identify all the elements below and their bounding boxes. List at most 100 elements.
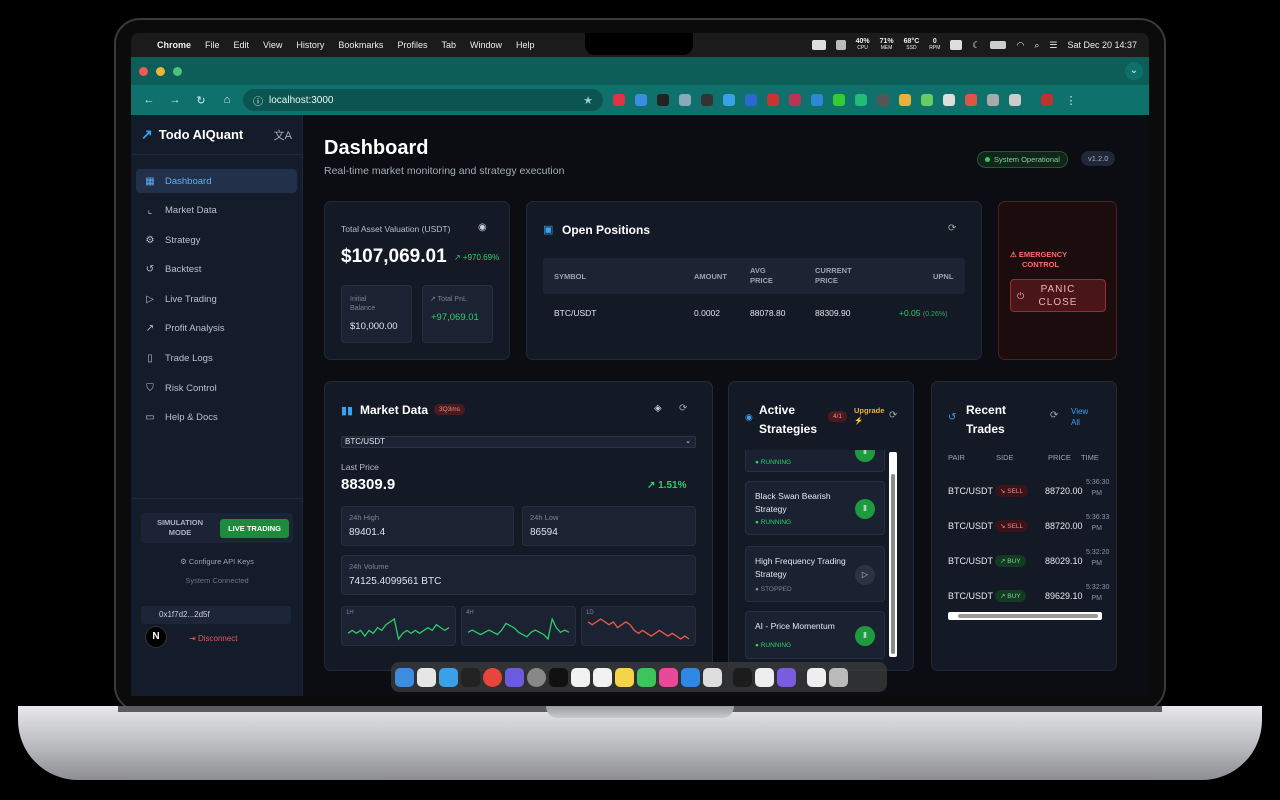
app-icon[interactable] — [777, 667, 796, 687]
refresh-icon[interactable]: ⟳ — [679, 403, 687, 414]
simulation-mode-label[interactable]: SIMULATION MODE — [145, 518, 215, 538]
cpu-stat[interactable]: 40% CPU — [856, 38, 870, 52]
wallet-address[interactable]: 0x1f7d2...2d5f — [141, 606, 291, 624]
sidebar-item-market-data[interactable]: ⌞ Market Data — [136, 199, 297, 223]
extension-icon[interactable] — [745, 94, 757, 106]
sidebar-item-strategy[interactable]: ⚙ Strategy — [136, 228, 297, 252]
safari-icon[interactable] — [439, 667, 458, 687]
chrome-icon[interactable] — [483, 667, 502, 687]
menu-bookmarks[interactable]: Bookmarks — [338, 40, 383, 50]
table-row[interactable]: BTC/USDT ↗ BUY 89629.10 5:32:30 PM — [948, 582, 1109, 612]
extension-icon[interactable] — [943, 94, 955, 106]
horizontal-scrollbar[interactable] — [948, 612, 1102, 620]
terminal-icon[interactable] — [549, 667, 568, 687]
menu-app-name[interactable]: Chrome — [157, 40, 191, 50]
app-icon[interactable] — [755, 667, 774, 687]
notes-icon[interactable] — [615, 667, 634, 687]
extension-icon[interactable] — [723, 94, 735, 106]
translate-icon[interactable]: 文A — [274, 127, 292, 143]
extension-icon[interactable] — [877, 94, 889, 106]
puzzle-icon[interactable] — [1009, 94, 1021, 106]
table-row[interactable]: BTC/USDT ↘ SELL 88720.00 5:36:30 PM — [948, 477, 1109, 507]
sidebar-item-help-docs[interactable]: ▭ Help & Docs — [136, 406, 297, 430]
bookmark-star-icon[interactable]: ★ — [583, 94, 593, 107]
app-icon[interactable] — [659, 667, 678, 687]
settings-icon[interactable] — [527, 667, 546, 687]
configure-api-keys-link[interactable]: ⚙ Configure API Keys — [141, 557, 293, 566]
window-minimize-button[interactable] — [156, 66, 165, 76]
extension-icon[interactable] — [833, 94, 845, 106]
messages-icon[interactable] — [637, 667, 656, 687]
home-icon[interactable]: ⌂ — [217, 94, 237, 106]
menu-tab[interactable]: Tab — [441, 40, 456, 50]
sparkline-1h[interactable]: 1H — [341, 606, 456, 646]
menu-view[interactable]: View — [263, 40, 282, 50]
battery-icon[interactable] — [990, 41, 1007, 49]
menu-file[interactable]: File — [205, 40, 220, 50]
scrollbar-thumb[interactable] — [958, 614, 1098, 618]
moon-icon[interactable]: ☾ — [972, 40, 980, 51]
sidebar-item-profit-analysis[interactable]: ↗ Profit Analysis — [136, 317, 297, 341]
menu-help[interactable]: Help — [516, 40, 535, 50]
table-row[interactable]: BTC/USDT ↘ SELL 88720.00 5:36:33 PM — [948, 512, 1109, 542]
cat-icon[interactable] — [835, 40, 846, 50]
trash-icon[interactable] — [829, 667, 848, 687]
extension-icon[interactable] — [613, 94, 625, 106]
search-icon[interactable]: ⌕ — [1034, 40, 1039, 51]
wifi-icon[interactable]: ◠ — [1016, 40, 1024, 51]
extension-icon[interactable] — [965, 94, 977, 106]
reminders-icon[interactable] — [593, 667, 612, 687]
menu-history[interactable]: History — [296, 40, 324, 50]
sidebar-item-risk-control[interactable]: ⛉ Risk Control — [136, 376, 297, 400]
sidebar-item-live-trading[interactable]: ▷ Live Trading — [136, 287, 297, 311]
address-bar[interactable]: ⓘ localhost:3000 ★ — [243, 89, 603, 111]
clock-datetime[interactable]: Sat Dec 20 14:37 — [1067, 40, 1137, 50]
list-item[interactable]: High Frequency Trading Strategy ● STOPPE… — [745, 546, 885, 602]
view-all-link[interactable]: View All — [1071, 406, 1088, 428]
extension-icon[interactable] — [679, 94, 691, 106]
profile-icon[interactable] — [1041, 94, 1053, 106]
menu-window[interactable]: Window — [470, 40, 502, 50]
finder-icon[interactable] — [395, 667, 414, 687]
sidebar-item-backtest[interactable]: ↺ Backtest — [136, 258, 297, 282]
pause-icon[interactable]: Ⅱ — [855, 450, 875, 462]
window-close-button[interactable] — [139, 66, 148, 76]
extension-icon[interactable] — [635, 94, 647, 106]
sparkline-4h[interactable]: 4H — [461, 606, 576, 646]
app-icon[interactable] — [417, 667, 436, 687]
sidebar-item-dashboard[interactable]: ▦ Dashboard — [136, 169, 297, 193]
table-row[interactable]: BTC/USDT 0.0002 88078.80 88309.90 +0.05 … — [543, 308, 965, 326]
reload-icon[interactable]: ↻ — [191, 94, 211, 107]
ssd-stat[interactable]: 68°C SSD — [904, 38, 920, 52]
keyboard-input-icon[interactable] — [950, 40, 963, 50]
symbol-select[interactable]: BTC/USDT ⌄ — [341, 436, 696, 448]
more-menu-icon[interactable]: ⋮ — [1061, 94, 1081, 107]
window-maximize-button[interactable] — [173, 66, 182, 76]
refresh-icon[interactable]: ⟳ — [1050, 410, 1058, 421]
refresh-icon[interactable]: ⟳ — [889, 410, 897, 421]
terminal-icon[interactable] — [461, 667, 480, 687]
extension-icon[interactable] — [789, 94, 801, 106]
sidebar-item-trade-logs[interactable]: ▯ Trade Logs — [136, 347, 297, 371]
menu-profiles[interactable]: Profiles — [397, 40, 427, 50]
pause-icon[interactable]: Ⅱ — [855, 499, 875, 519]
eye-icon[interactable]: ◉ — [478, 222, 487, 233]
tab-search-icon[interactable]: ⌄ — [1125, 62, 1143, 80]
extension-icon[interactable] — [899, 94, 911, 106]
back-icon[interactable]: ← — [139, 94, 159, 106]
pause-icon[interactable]: Ⅱ — [855, 626, 875, 646]
app-store-icon[interactable] — [681, 667, 700, 687]
scrollbar-thumb[interactable] — [891, 474, 895, 654]
panic-close-button[interactable]: ⏻ PANIC CLOSE — [1010, 279, 1106, 312]
live-trading-button[interactable]: LIVE TRADING — [220, 518, 289, 538]
table-row[interactable]: BTC/USDT ↗ BUY 88029.10 5:32:20 PM — [948, 547, 1109, 577]
fan-stat[interactable]: 0 RPM — [929, 38, 940, 52]
list-item[interactable]: ● RUNNING Ⅱ — [745, 450, 885, 472]
extension-icon[interactable] — [855, 94, 867, 106]
refresh-icon[interactable]: ⟳ — [948, 223, 956, 234]
forward-icon[interactable]: → — [165, 94, 185, 106]
site-info-icon[interactable]: ⓘ — [253, 93, 263, 108]
calendar-icon[interactable] — [571, 667, 590, 687]
app-icon[interactable] — [505, 667, 524, 687]
extension-icon[interactable] — [811, 94, 823, 106]
